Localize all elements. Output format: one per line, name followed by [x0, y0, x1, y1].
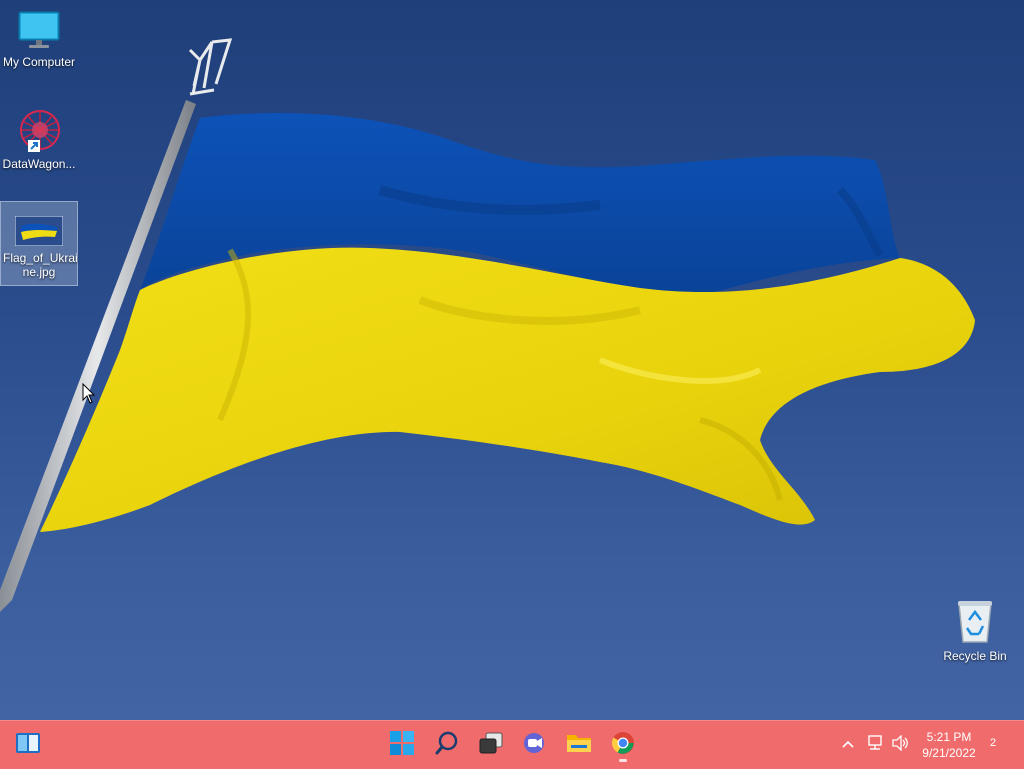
teams-chat-icon — [522, 731, 548, 760]
desktop-icon-label-line2: ne.jpg — [22, 265, 56, 279]
chrome-icon — [611, 731, 635, 760]
monitor-icon — [2, 10, 76, 53]
mouse-cursor-icon — [82, 383, 96, 404]
running-indicator — [619, 759, 627, 762]
clock-time: 5:21 PM — [926, 730, 972, 744]
desktop-icon-label: My Computer — [2, 55, 76, 69]
recycle-bin-icon — [938, 598, 1012, 647]
volume-icon — [892, 733, 910, 756]
tray-overflow-button[interactable] — [836, 727, 860, 763]
search-button[interactable] — [429, 727, 465, 763]
desktop-icon-label: Recycle Bin — [943, 649, 1007, 663]
clock-date: 9/21/2022 — [922, 746, 976, 760]
network-button[interactable] — [862, 727, 888, 763]
network-icon — [866, 734, 884, 756]
taskbar: 5:21 PM 9/21/2022 2 — [0, 720, 1024, 769]
task-view-icon — [478, 731, 504, 760]
notification-count[interactable]: 2 — [990, 737, 996, 749]
desktop-icon-flag-of-ukraine[interactable]: Flag_of_Ukrai ne.jpg — [0, 201, 78, 286]
volume-button[interactable] — [888, 727, 914, 763]
folder-icon — [566, 732, 592, 759]
desktop-icon-datawagon[interactable]: DataWagon... — [0, 104, 78, 175]
clock[interactable]: 5:21 PM 9/21/2022 — [916, 729, 982, 761]
image-thumbnail-icon — [3, 215, 75, 249]
widgets-button[interactable] — [10, 727, 46, 763]
datawagon-icon — [2, 108, 76, 155]
desktop-icon-recycle-bin[interactable]: Recycle Bin — [936, 594, 1014, 667]
chat-button[interactable] — [517, 727, 553, 763]
widgets-icon — [15, 731, 41, 760]
chevron-up-icon — [841, 736, 855, 754]
desktop-icon-my-computer[interactable]: My Computer — [0, 6, 78, 73]
desktop-icon-label-line1: Flag_of_Ukrai — [3, 251, 78, 265]
desktop-icon-label: DataWagon... — [2, 157, 76, 171]
chrome-button[interactable] — [605, 727, 641, 763]
start-button[interactable] — [384, 727, 420, 763]
search-icon — [435, 731, 459, 760]
windows-start-icon — [390, 730, 414, 760]
trident-finial — [188, 38, 233, 96]
file-explorer-button[interactable] — [561, 727, 597, 763]
desktop-wallpaper — [0, 38, 975, 612]
task-view-button[interactable] — [473, 727, 509, 763]
